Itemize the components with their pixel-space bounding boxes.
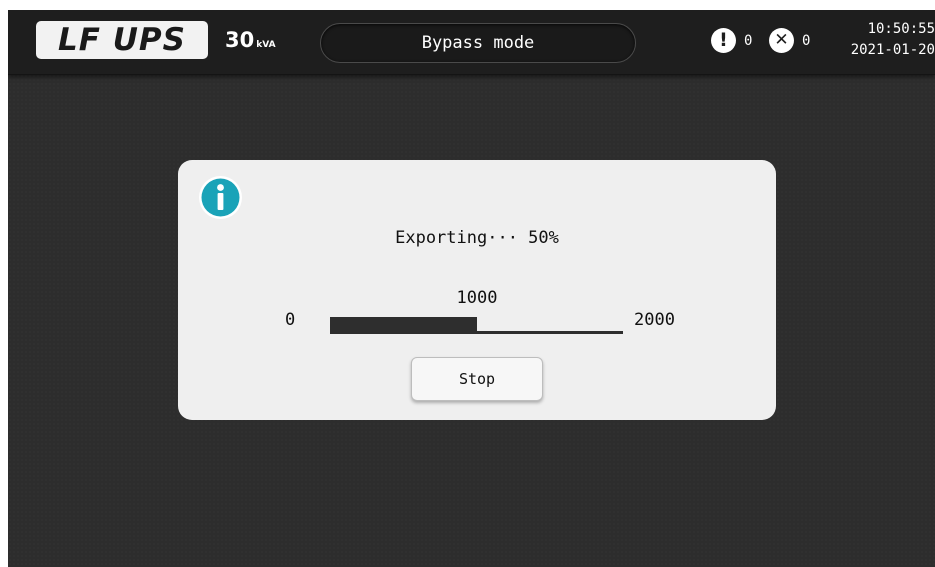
power-rating-value: 30 <box>225 28 255 52</box>
stop-button[interactable]: Stop <box>411 357 543 401</box>
operating-mode-label: Bypass mode <box>421 33 535 53</box>
top-status-bar: LF UPS 30 kVA Bypass mode ! 0 ✕ 0 10:50:5… <box>8 10 935 75</box>
power-rating: 30 kVA <box>225 28 276 52</box>
progress-min-label: 0 <box>285 310 296 330</box>
progress-current-value: 1000 <box>456 288 498 308</box>
fault-count: 0 <box>802 33 811 49</box>
info-icon <box>199 176 242 219</box>
power-rating-unit: kVA <box>256 40 276 50</box>
clock-time: 10:50:55 <box>867 21 935 37</box>
export-progress-bar <box>330 317 623 334</box>
brand-logo-text: LF UPS <box>58 22 186 58</box>
clock: 10:50:55 2021-01-20 <box>825 19 935 61</box>
warning-count: 0 <box>744 33 753 49</box>
export-status-text: Exporting··· 50% <box>395 228 559 248</box>
ups-screen: LF UPS 30 kVA Bypass mode ! 0 ✕ 0 10:50:5… <box>8 10 935 567</box>
progress-max-label: 2000 <box>634 310 675 330</box>
x-circle-icon[interactable]: ✕ <box>769 28 794 53</box>
operating-mode-indicator: Bypass mode <box>320 23 636 63</box>
exclamation-circle-icon[interactable]: ! <box>711 28 736 53</box>
brand-logo: LF UPS <box>36 21 208 59</box>
export-progress-dialog: Exporting··· 50% 1000 0 2000 Stop <box>178 160 776 420</box>
clock-date: 2021-01-20 <box>850 42 935 58</box>
progress-fill <box>330 317 477 334</box>
